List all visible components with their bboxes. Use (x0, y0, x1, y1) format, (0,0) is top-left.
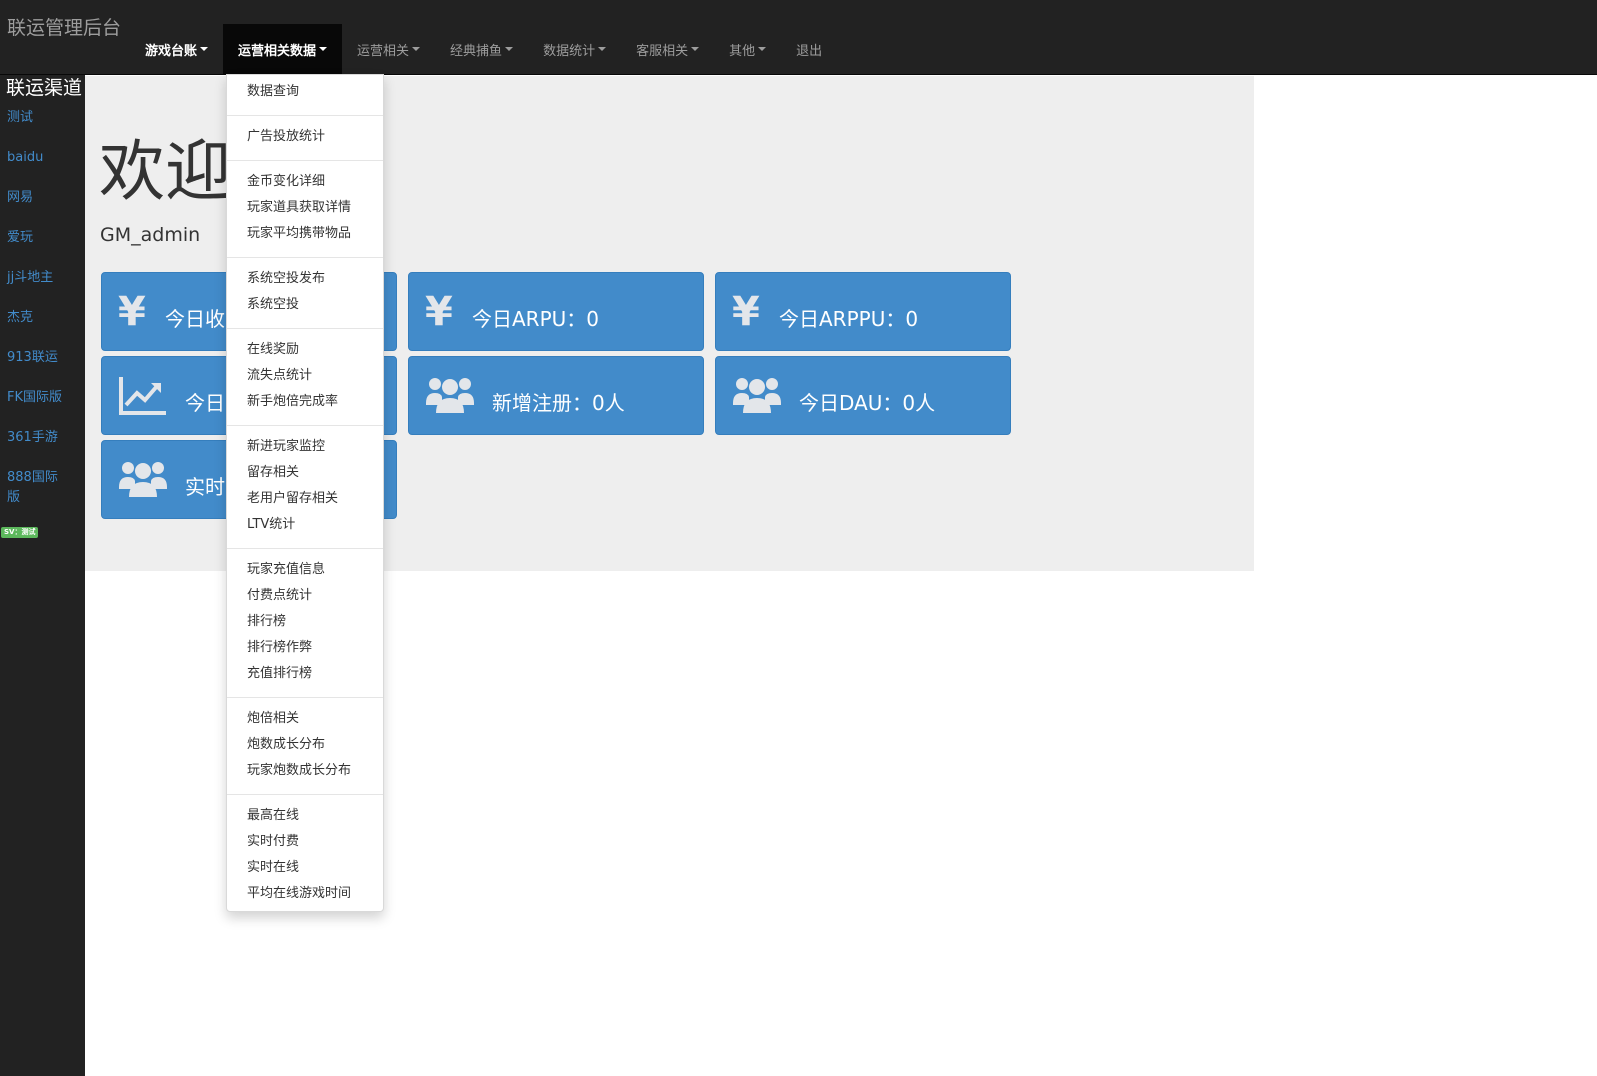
dropdown-item[interactable]: 在线奖励 (247, 340, 299, 360)
card-today-arppu[interactable]: ¥ 今日ARPPU：0 (715, 272, 1011, 351)
server-badge: SV：测试 (1, 527, 39, 538)
card-label: 今日收 (165, 307, 225, 331)
ops-data-dropdown: 数据查询 广告投放统计 金币变化详细 玩家道具获取详情 玩家平均携带物品 系统空… (226, 74, 384, 912)
dropdown-item[interactable]: 金币变化详细 (247, 172, 325, 192)
nav-label: 数据统计 (543, 43, 596, 59)
card-label: 今日DAU：0人 (799, 391, 936, 415)
nav-other[interactable]: 其他 (714, 24, 781, 74)
dropdown-divider (227, 257, 383, 258)
nav-support[interactable]: 客服相关 (621, 24, 714, 74)
nav-label: 客服相关 (636, 43, 689, 59)
dropdown-divider (227, 794, 383, 795)
dropdown-item[interactable]: 广告投放统计 (247, 127, 325, 147)
sidebar-item-baidu[interactable]: baidu (7, 148, 79, 168)
card-label: 今日ARPPU：0 (779, 307, 919, 331)
caret-down-icon (758, 47, 767, 51)
users-icon (425, 371, 475, 421)
dropdown-item[interactable]: LTV统计 (247, 515, 295, 535)
nav-label: 游戏台账 (145, 43, 198, 59)
caret-down-icon (200, 47, 209, 51)
sidebar-item-jack[interactable]: 杰克 (7, 308, 79, 328)
dropdown-item[interactable]: 流失点统计 (247, 366, 312, 386)
caret-down-icon (691, 47, 700, 51)
card-label: 新增注册：0人 (492, 391, 625, 415)
dropdown-item[interactable]: 玩家炮数成长分布 (247, 761, 351, 781)
dropdown-item[interactable]: 排行榜作弊 (247, 638, 312, 658)
card-today-arpu[interactable]: ¥ 今日ARPU：0 (408, 272, 704, 351)
dropdown-item[interactable]: 排行榜 (247, 612, 286, 632)
dropdown-item[interactable]: 系统空投发布 (247, 269, 325, 289)
sidebar-item-netease[interactable]: 网易 (7, 188, 79, 208)
users-icon (118, 455, 168, 505)
dropdown-divider (227, 115, 383, 116)
yen-icon: ¥ (118, 289, 146, 335)
dropdown-item[interactable]: 玩家道具获取详情 (247, 198, 351, 218)
line-chart-icon (118, 371, 168, 421)
sidebar-item-361[interactable]: 361手游 (7, 428, 79, 448)
dropdown-item[interactable]: 系统空投 (247, 295, 299, 315)
dropdown-item[interactable]: 玩家充值信息 (247, 560, 325, 580)
card-label: 今日 (185, 391, 225, 415)
card-label: 实时 (185, 475, 225, 499)
caret-down-icon (319, 47, 328, 51)
brand-title[interactable]: 联运管理后台 (7, 16, 121, 40)
nav-logout[interactable]: 退出 (781, 24, 837, 74)
dropdown-item[interactable]: 老用户留存相关 (247, 489, 338, 509)
username: GM_admin (100, 224, 201, 246)
dropdown-divider (227, 160, 383, 161)
nav-label: 其他 (729, 43, 756, 59)
nav-label: 经典捕鱼 (450, 43, 503, 59)
dropdown-item[interactable]: 付费点统计 (247, 586, 312, 606)
dropdown-item[interactable]: 实时在线 (247, 858, 299, 878)
channel-sidebar: 联运渠道 测试 baidu 网易 爱玩 jj斗地主 杰克 913联运 FK国际版… (0, 75, 85, 1076)
caret-down-icon (505, 47, 514, 51)
dropdown-item[interactable]: 炮倍相关 (247, 709, 299, 729)
caret-down-icon (412, 47, 421, 51)
nav-ops[interactable]: 运营相关 (342, 24, 435, 74)
welcome-heading: 欢迎 (99, 133, 231, 210)
dropdown-item[interactable]: 实时付费 (247, 832, 299, 852)
dropdown-item[interactable]: 最高在线 (247, 806, 299, 826)
sidebar-item-888[interactable]: 888国际版 (7, 468, 69, 508)
dropdown-item[interactable]: 数据查询 (247, 82, 299, 102)
nav-game-ledger[interactable]: 游戏台账 (130, 24, 223, 74)
yen-icon: ¥ (425, 289, 453, 335)
dropdown-item[interactable]: 平均在线游戏时间 (247, 884, 351, 904)
dropdown-divider (227, 328, 383, 329)
main-nav: 游戏台账 运营相关数据 运营相关 经典捕鱼 数据统计 客服相关 其他 退出 (130, 24, 837, 74)
dropdown-divider (227, 425, 383, 426)
dropdown-divider (227, 697, 383, 698)
card-label: 今日ARPU：0 (472, 307, 600, 331)
sidebar-item-aiwan[interactable]: 爱玩 (7, 228, 79, 248)
nav-fishing[interactable]: 经典捕鱼 (435, 24, 528, 74)
sidebar-item-fk[interactable]: FK国际版 (7, 388, 79, 408)
caret-down-icon (598, 47, 607, 51)
nav-ops-data[interactable]: 运营相关数据 (223, 24, 343, 74)
nav-label: 运营相关数据 (238, 43, 317, 59)
sidebar-item-jj[interactable]: jj斗地主 (7, 268, 79, 288)
yen-icon: ¥ (732, 289, 760, 335)
sidebar-title: 联运渠道 (6, 77, 83, 99)
sidebar-item-913[interactable]: 913联运 (7, 348, 79, 368)
dropdown-divider (227, 548, 383, 549)
dropdown-item[interactable]: 玩家平均携带物品 (247, 224, 351, 244)
dropdown-item[interactable]: 炮数成长分布 (247, 735, 325, 755)
top-navbar: 联运管理后台 游戏台账 运营相关数据 运营相关 经典捕鱼 数据统计 客服相关 其… (0, 0, 1597, 75)
dropdown-item[interactable]: 新进玩家监控 (247, 437, 325, 457)
users-icon (732, 371, 782, 421)
dropdown-item[interactable]: 留存相关 (247, 463, 299, 483)
card-today-dau[interactable]: 今日DAU：0人 (715, 356, 1011, 435)
nav-label: 退出 (796, 43, 823, 59)
nav-stats[interactable]: 数据统计 (528, 24, 621, 74)
card-new-registrations[interactable]: 新增注册：0人 (408, 356, 704, 435)
nav-label: 运营相关 (357, 43, 410, 59)
dropdown-item[interactable]: 充值排行榜 (247, 664, 312, 684)
sidebar-item-test[interactable]: 测试 (7, 108, 79, 128)
dropdown-item[interactable]: 新手炮倍完成率 (247, 392, 338, 412)
